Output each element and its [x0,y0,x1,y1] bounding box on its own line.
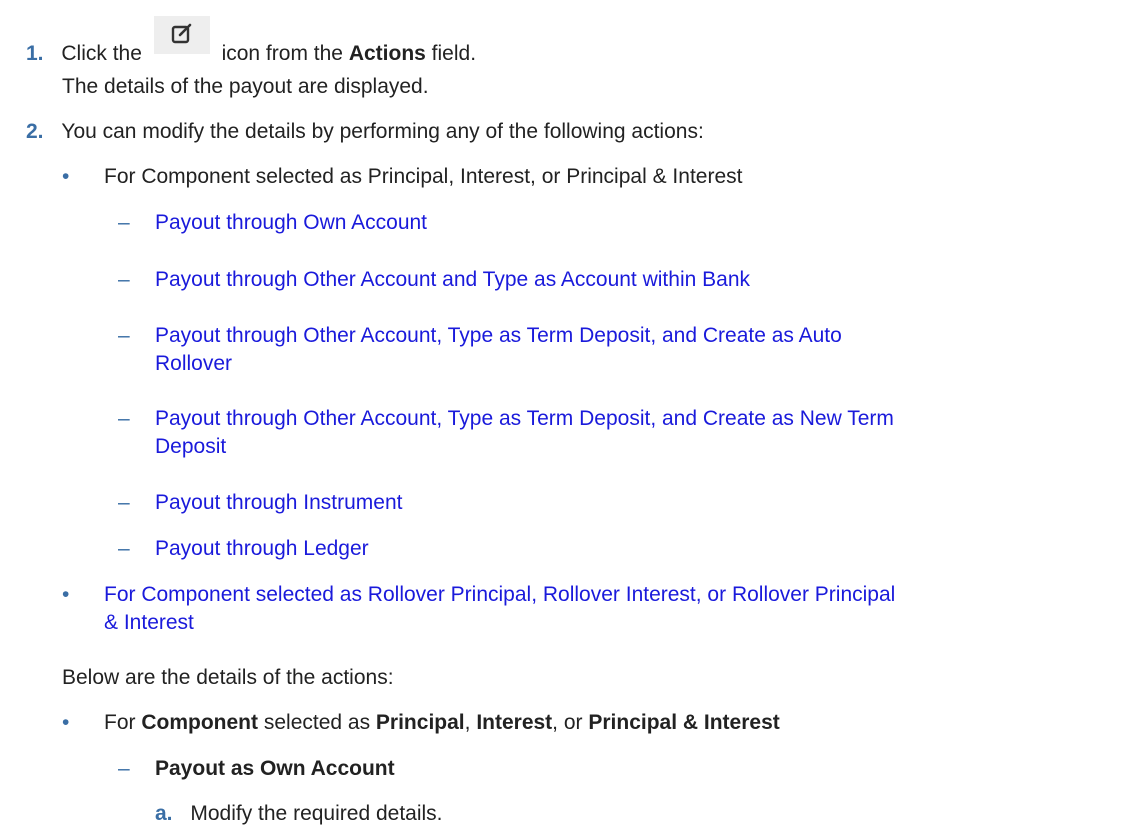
link-instrument[interactable]: Payout through Instrument [155,489,402,517]
bullet-marker: • [62,165,70,188]
link-rollover-components-cont[interactable]: & Interest [104,609,194,637]
list-item: – Payout through Other Account, Type as … [118,405,894,433]
principal-term: Principal [375,711,465,734]
text-comma: , [464,711,471,734]
link-term-deposit-auto-rollover[interactable]: Payout through Other Account, Type as Te… [155,322,842,350]
list-item: – Payout through Other Account and Type … [118,266,750,294]
payout-own-account-heading: Payout as Own Account [155,757,395,780]
details-subheading: – Payout as Own Account [118,755,395,783]
list-item: – Payout through Instrument [118,489,402,517]
dash-marker: – [118,757,130,780]
bullet-marker: • [62,583,70,606]
link-term-deposit-new-term-cont[interactable]: Deposit [155,433,226,461]
text-selected-as: selected as [263,711,371,734]
group-1-label: For Component selected as Principal, Int… [104,165,743,188]
step-2: 2. You can modify the details by perform… [26,118,704,146]
dash-marker: – [118,491,130,514]
step-text: You can modify the details by performing… [61,120,704,143]
link-term-deposit-new-term[interactable]: Payout through Other Account, Type as Te… [155,405,894,433]
text-for: For [104,711,136,734]
bullet-marker: • [62,711,70,734]
link-ledger[interactable]: Payout through Ledger [155,535,369,563]
list-item: – Payout through Ledger [118,535,369,563]
link-term-deposit-auto-rollover-cont[interactable]: Rollover [155,350,232,378]
details-bullet-text: For Component selected as Principal, Int… [104,709,780,737]
dash-marker: – [118,407,130,430]
link-rollover-components[interactable]: For Component selected as Rollover Princ… [104,581,895,609]
step-1: 1. Click the icon from the Actions field… [26,16,477,68]
bullet-group-2: • For Component selected as Rollover Pri… [62,581,895,609]
component-term: Component [141,711,258,734]
list-item: – Payout through Other Account, Type as … [118,322,842,350]
dash-marker: – [118,211,130,234]
step-number: 2. [26,120,44,143]
details-bullet: • For Component selected as Principal, I… [62,709,780,737]
dash-marker: – [118,537,130,560]
dash-marker: – [118,268,130,291]
details-substep: a. Modify the required details. [155,800,443,828]
bullet-group-1: • For Component selected as Principal, I… [62,163,742,191]
details-intro: Below are the details of the actions: [62,666,394,689]
text-comma-or: , or [552,711,583,734]
step-text-prefix: Click the [61,42,142,65]
interest-term: Interest [476,711,553,734]
list-item: – Payout through Own Account [118,209,427,237]
step-text-field-suffix: field. [431,42,477,65]
step-number: 1. [26,42,44,65]
actions-field-label: Actions [348,42,426,65]
principal-interest-term: Principal & Interest [588,711,780,734]
dash-marker: – [118,324,130,347]
link-own-account[interactable]: Payout through Own Account [155,209,427,237]
edit-icon [153,16,210,54]
step-text-suffix: icon from the [221,42,343,65]
link-other-account-within-bank[interactable]: Payout through Other Account and Type as… [155,266,750,294]
step-1-result: The details of the payout are displayed. [62,75,429,98]
